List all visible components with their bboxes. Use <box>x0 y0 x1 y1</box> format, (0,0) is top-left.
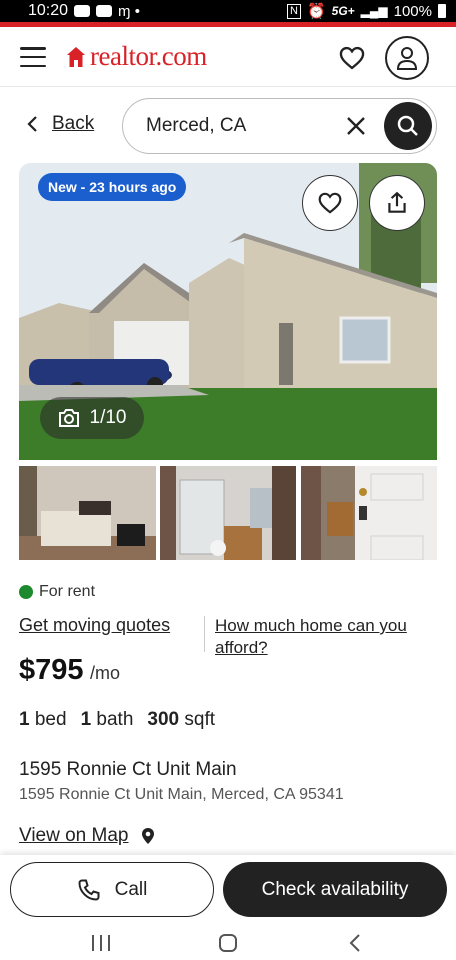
status-dot-icon <box>19 585 33 599</box>
bedroom-image <box>19 466 156 560</box>
battery-level: 100% <box>393 2 432 20</box>
network-label: 5G+ <box>331 4 355 18</box>
baths-count: 1 <box>80 709 92 730</box>
view-on-map-link[interactable]: View on Map <box>19 825 155 847</box>
menu-icon[interactable] <box>20 47 46 67</box>
signal-icon: ▂▄▆ <box>360 4 388 18</box>
search-input[interactable] <box>146 115 326 137</box>
door-image <box>301 466 437 560</box>
share-icon <box>388 191 406 213</box>
address-line: 1595 Ronnie Ct Unit Main <box>19 759 237 780</box>
favorites-heart-icon[interactable] <box>338 44 366 72</box>
save-listing-button[interactable] <box>302 175 358 231</box>
youtube-notification-icon <box>96 5 113 17</box>
logo-text: realtor.com <box>90 41 207 71</box>
check-availability-button[interactable]: Check availability <box>223 862 447 917</box>
youtube-notification-icon <box>74 5 91 17</box>
chevron-left-icon <box>27 116 37 132</box>
home-icon[interactable] <box>218 933 238 953</box>
status-time: 10:20 <box>28 2 69 19</box>
user-icon <box>396 47 418 70</box>
location-search-box <box>122 98 437 154</box>
baths-label: bath <box>96 709 134 730</box>
view-on-map-label: View on Map <box>19 825 129 846</box>
search-icon <box>397 115 418 136</box>
property-facts: 1 bed 1 bath 300 sqft <box>19 709 215 731</box>
link-divider <box>204 616 205 652</box>
back-nav-icon[interactable] <box>348 933 362 953</box>
sqft-fact: 300 sqft <box>147 709 215 731</box>
new-listing-badge: New - 23 hours ago <box>38 173 187 201</box>
thumbnail-bathroom[interactable] <box>160 466 296 560</box>
beds-fact: 1 bed <box>19 709 67 731</box>
photo-counter: 1/10 <box>89 407 127 428</box>
camera-icon <box>58 409 79 427</box>
phone-icon <box>78 879 100 901</box>
bathroom-image <box>160 466 296 560</box>
baths-fact: 1 bath <box>81 709 134 731</box>
search-button[interactable] <box>384 102 432 150</box>
heart-icon <box>318 192 342 214</box>
map-pin-icon <box>141 828 154 844</box>
sqft-count: 300 <box>147 709 180 730</box>
clear-search-icon[interactable] <box>345 115 367 137</box>
affordability-link[interactable]: How much home can you afford? <box>215 615 445 659</box>
thumbnail-door[interactable] <box>301 466 437 560</box>
system-navigation-bar <box>0 923 456 960</box>
top-navigation: realtor.com <box>0 27 456 87</box>
moving-quotes-link[interactable]: Get moving quotes <box>19 615 170 636</box>
photo-counter-button[interactable]: 1/10 <box>40 397 144 439</box>
nfc-icon: N <box>287 3 301 19</box>
sqft-label: sqft <box>184 709 216 730</box>
notification-icon: ɱ • <box>118 2 140 20</box>
logo[interactable]: realtor.com <box>66 41 207 72</box>
listing-status: For rent <box>19 583 95 601</box>
thumbnail-bedroom[interactable] <box>19 466 156 560</box>
beds-label: bed <box>34 709 67 730</box>
share-listing-button[interactable] <box>369 175 425 231</box>
user-account-button[interactable] <box>385 36 429 80</box>
battery-icon <box>438 4 446 18</box>
beds-count: 1 <box>19 709 30 730</box>
back-label: Back <box>52 113 95 134</box>
price-unit: /mo <box>90 663 121 683</box>
status-bar: 10:20 ɱ • N ⏰ 5G+ ▂▄▆ 100% <box>0 0 456 22</box>
alarm-icon: ⏰ <box>306 3 326 20</box>
bottom-action-bar: Call Check availability <box>0 855 456 923</box>
status-label: For rent <box>39 583 96 600</box>
back-button[interactable]: Back <box>26 113 94 135</box>
full-address: 1595 Ronnie Ct Unit Main, Merced, CA 953… <box>19 786 344 803</box>
call-button[interactable]: Call <box>10 862 214 917</box>
search-row: Back <box>0 96 456 156</box>
house-logo-icon <box>67 46 85 67</box>
recent-apps-icon[interactable] <box>90 933 112 953</box>
listing-price: $795 <box>19 654 84 686</box>
call-label: Call <box>114 878 148 900</box>
